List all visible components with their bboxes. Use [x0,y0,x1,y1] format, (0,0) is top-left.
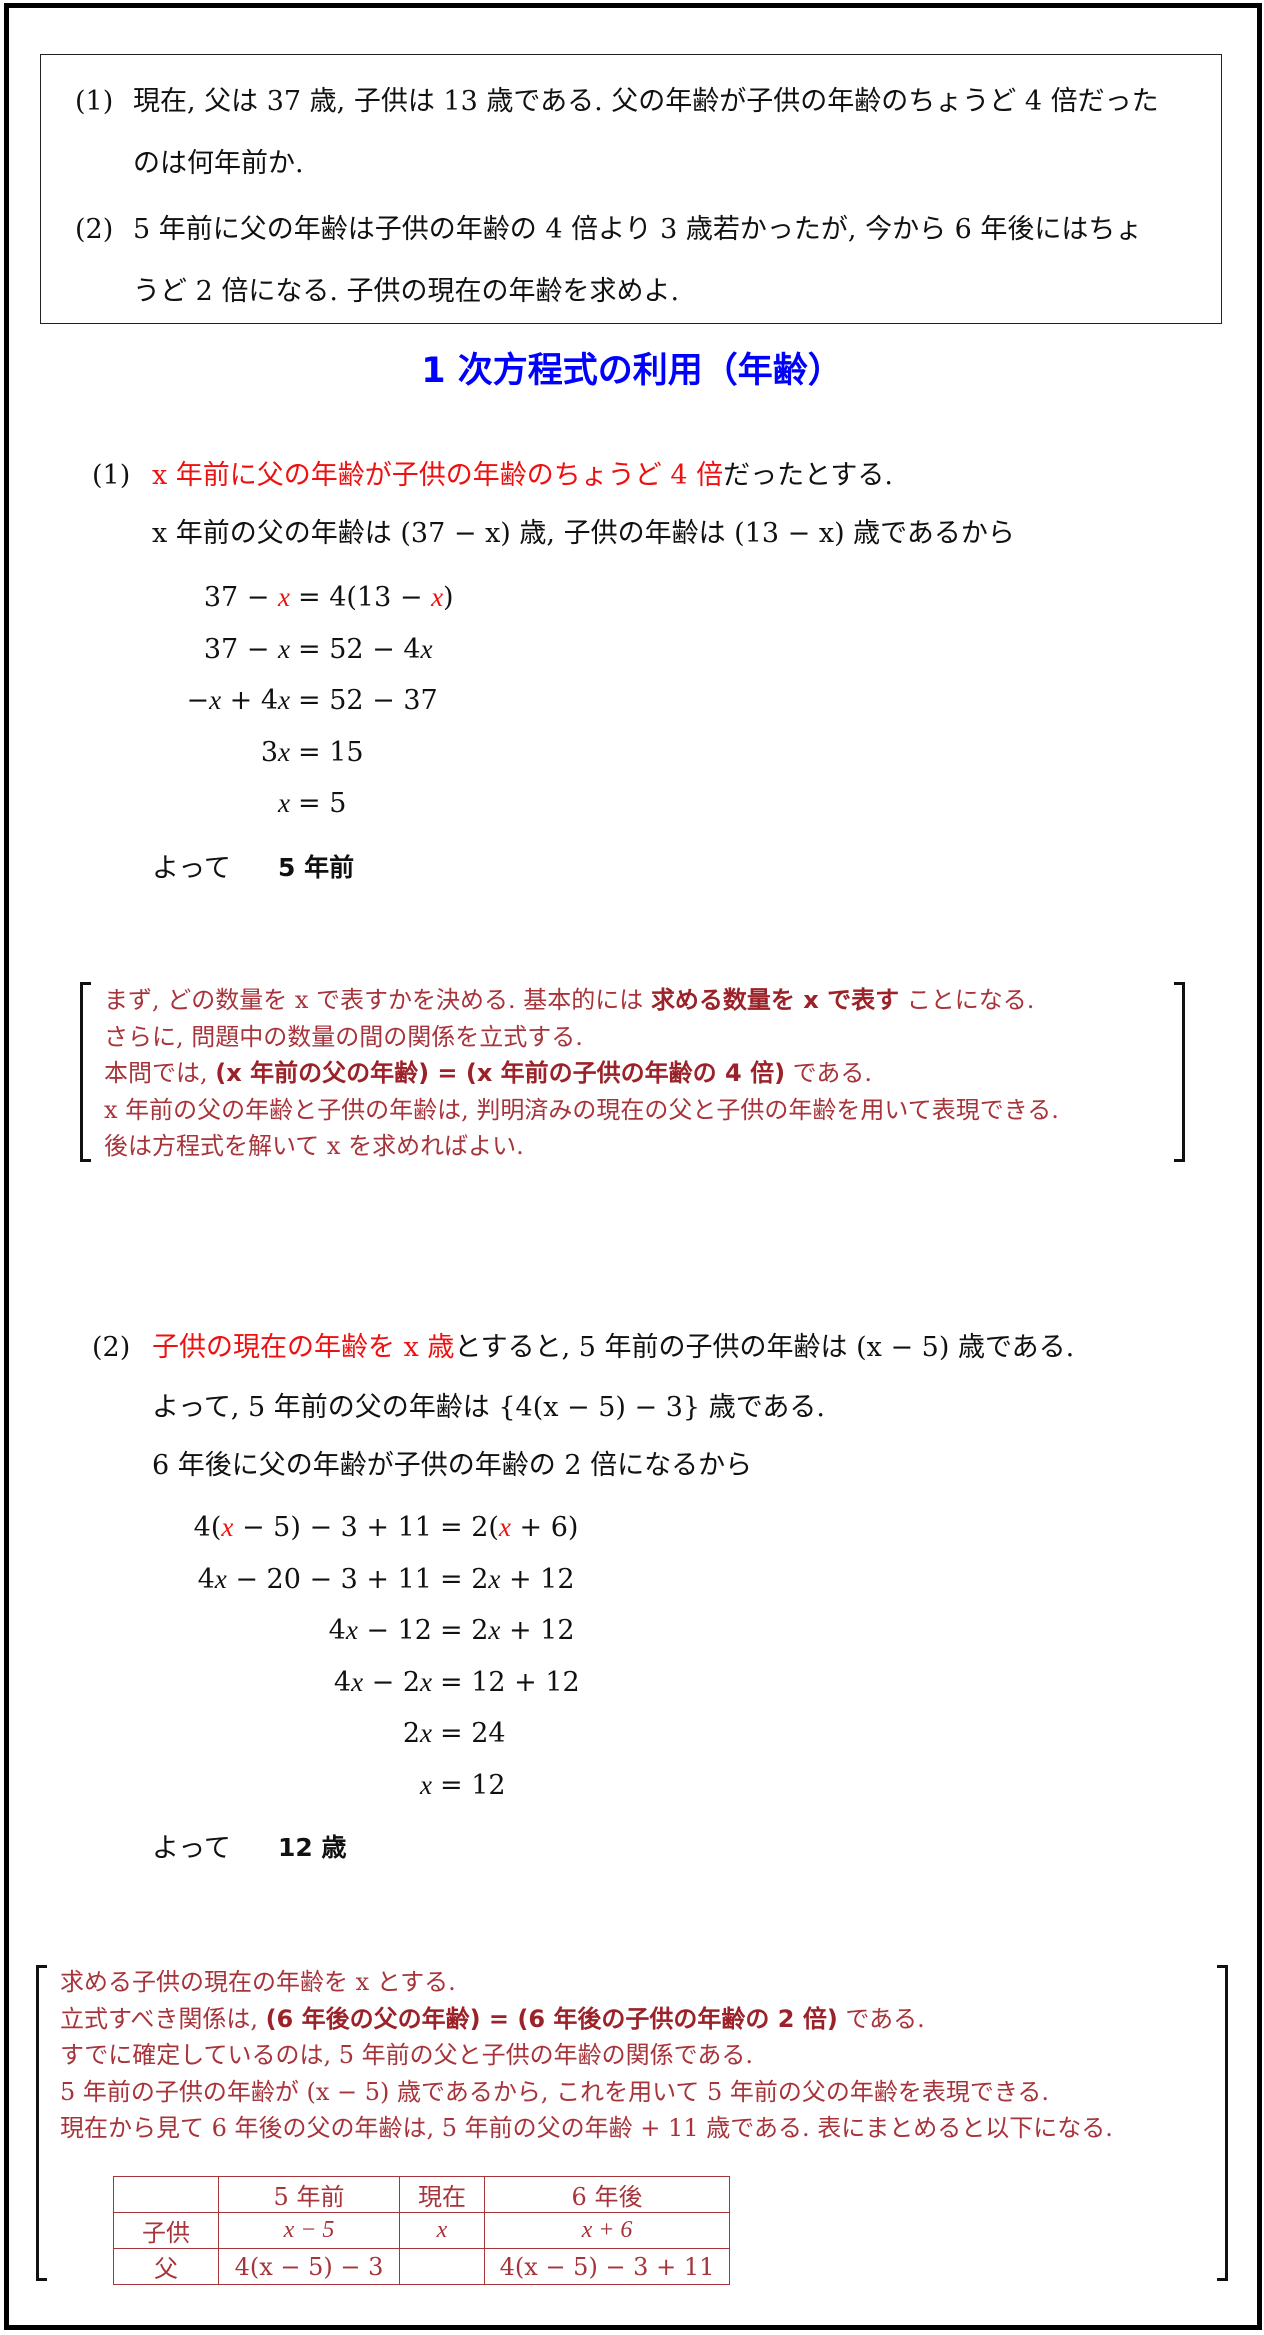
equation-rhs: = 2x + 12 [440,1615,575,1646]
equation-rhs: = 52 − 4x [298,633,433,665]
age-summary-table: 5 年前 現在 6 年後 子供 x − 5 x x + 6 父 4(x − 5)… [113,2176,730,2285]
note-line: 後は方程式を解いて x を求めればよい. [104,1126,524,1161]
equation-rhs: = 52 − 37 [298,685,438,716]
solution-2-intro: 子供の現在の年齢を x 歳とすると, 5 年前の子供の年齢は (x − 5) 歳… [152,1334,1074,1361]
solution-2-intro-rest: とすると, 5 年前の子供の年齢は (x − 5) 歳である. [454,1332,1075,1363]
note-2-left-bracket [36,1965,47,2281]
note-text-bold: (6 年後の父の年齢) = (6 年後の子供の年齢の 2 倍) [265,2004,838,2033]
note-line: すでに確定しているのは, 5 年前の父と子供の年齢の関係である. [60,2035,753,2070]
equation-rhs: = 15 [298,736,364,768]
problem-1-number: (1) [75,86,114,117]
table-cell: 4(x − 5) − 3 [218,2248,400,2285]
table-header-row: 5 年前 現在 6 年後 [113,2176,730,2213]
solution-2-line3: 6 年後に父の年齢が子供の年齢の 2 倍になるから [152,1450,753,1481]
equation-rhs: = 24 [440,1718,506,1749]
solution-2-intro-highlight: 子供の現在の年齢を x 歳 [152,1332,455,1363]
problem-2-text-line1: 5 年前に父の年齢は子供の年齢の 4 倍より 3 歳若かったが, 今から 6 年… [133,214,1143,245]
table-cell: 子供 [113,2212,219,2249]
equation-lhs: 37 − x [203,633,290,665]
note-text-pre: 5 年前の子供の年齢が (x − 5) 歳であるから, これを用いて 5 年前の… [60,2077,1050,2106]
solution-1-answer: 5 年前 [278,853,355,882]
solution-1-intro-rest: だったとする. [723,460,893,491]
note-line: 求める子供の現在の年齢を x とする. [60,1962,456,1997]
note-text-pre: 立式すべき関係は, [60,2004,266,2033]
note-text-pre: 現在から見て 6 年後の父の年齢は, 5 年前の父の年齢 + 11 歳である. … [60,2114,1113,2142]
table-row: 父 4(x − 5) − 3 4(x − 5) − 3 + 11 [113,2248,730,2285]
note-text-post: である. [837,2004,925,2033]
note-text-pre: すでに確定しているのは, 5 年前の父と子供の年齢の関係である. [60,2041,754,2069]
table-header-cell: 6 年後 [484,2176,730,2213]
equation-lhs: 37 − x [203,582,290,613]
solution-1-line2: x 年前の父の年齢は (37 − x) 歳, 子供の年齢は (13 − x) 歳… [152,518,1015,549]
table-cell: x − 5 [218,2212,400,2249]
note-text-pre: さらに, 問題中の数量の間の関係を立式する. [104,1022,583,1051]
note-line: 立式すべき関係は, (6 年後の父の年齢) = (6 年後の子供の年齢の 2 倍… [60,1999,925,2034]
note-line: 本問では, (x 年前の父の年齢) = (x 年前の子供の年齢の 4 倍) であ… [104,1053,872,1088]
equation-lhs: 4(x − 5) − 3 + 11 [193,1512,432,1543]
table-row: 子供 x − 5 x x + 6 [113,2212,730,2249]
note-text-post: ことになる. [899,986,1035,1014]
table-cell: 4(x − 5) − 3 + 11 [484,2248,730,2285]
equation-lhs: 3x [260,736,290,768]
equation-rhs: = 12 [440,1769,506,1801]
note-text-pre: 求める子供の現在の年齢を x とする. [60,1968,456,1996]
solution-1-answer-prefix: よって [152,853,231,884]
note-line: さらに, 問題中の数量の間の関係を立式する. [104,1017,583,1052]
table-cell: x + 6 [484,2212,730,2249]
note-text-bold: (x 年前の父の年齢) = (x 年前の子供の年齢の 4 倍) [215,1059,786,1087]
table-cell [399,2248,485,2285]
table-header-cell: 現在 [399,2176,485,2213]
table-cell: x [399,2212,485,2249]
note-2-right-bracket [1217,1965,1228,2281]
note-text-pre: まず, どの数量を x で表すかを決める. 基本的には [104,986,651,1014]
equation-rhs: = 12 + 12 [440,1666,580,1698]
equation-rhs: = 2x + 12 [440,1563,575,1595]
note-line: 5 年前の子供の年齢が (x − 5) 歳であるから, これを用いて 5 年前の… [60,2072,1049,2107]
solution-2-number: (2) [92,1332,131,1363]
equation-lhs: −x + 4x [186,685,290,716]
note-text-bold: 求める数量を x で表す [650,986,900,1014]
note-text-pre: x 年前の父の年齢と子供の年齢は, 判明済みの現在の父と子供の年齢を用いて表現で… [104,1095,1059,1124]
note-1-left-bracket [80,982,91,1162]
equation-rhs: = 5 [298,788,347,819]
equation-lhs: 2x [402,1718,432,1749]
solution-2-answer-prefix: よって [152,1833,231,1864]
problem-1-text-line1: 現在, 父は 37 歳, 子供は 13 歳である. 父の年齢が子供の年齢のちょう… [133,86,1159,117]
table-header-cell: 5 年前 [218,2176,400,2213]
equation-rhs: = 4(13 − x) [298,582,454,613]
note-text-pre: 後は方程式を解いて x を求めればよい. [104,1132,524,1160]
solution-2-line2: よって, 5 年前の父の年齢は {4(x − 5) − 3} 歳である. [152,1392,826,1423]
problem-1-text-line2: のは何年前か. [133,148,304,179]
problem-2-number: (2) [75,214,114,245]
note-text-pre: 本問では, [104,1059,216,1087]
equation-lhs: 4x − 12 [328,1615,432,1646]
table-cell: 父 [113,2248,219,2285]
equation-lhs: x [420,1769,432,1800]
equation-lhs: 4x − 2x [333,1666,432,1698]
note-text-post: である. [785,1059,873,1087]
solution-1-intro-highlight: x 年前に父の年齢が子供の年齢のちょうど 4 倍 [152,460,724,491]
note-line: x 年前の父の年齢と子供の年齢は, 判明済みの現在の父と子供の年齢を用いて表現で… [104,1090,1059,1125]
solution-1-number: (1) [92,460,131,491]
note-line: 現在から見て 6 年後の父の年齢は, 5 年前の父の年齢 + 11 歳である. … [60,2108,1113,2143]
solution-1-intro: x 年前に父の年齢が子供の年齢のちょうど 4 倍だったとする. [152,462,893,489]
note-1-right-bracket [1174,982,1185,1162]
solution-2-answer: 12 歳 [278,1833,347,1862]
problem-2-text-line2: うど 2 倍になる. 子供の現在の年齢を求めよ. [133,276,680,307]
page-title: 1 次方程式の利用（年齢） [421,351,843,391]
note-line: まず, どの数量を x で表すかを決める. 基本的には 求める数量を x で表す… [104,980,1034,1015]
equation-rhs: = 2(x + 6) [440,1512,579,1543]
equation-lhs: x [278,788,290,818]
table-header-cell [113,2176,219,2213]
equation-lhs: 4x − 20 − 3 + 11 [197,1563,432,1595]
